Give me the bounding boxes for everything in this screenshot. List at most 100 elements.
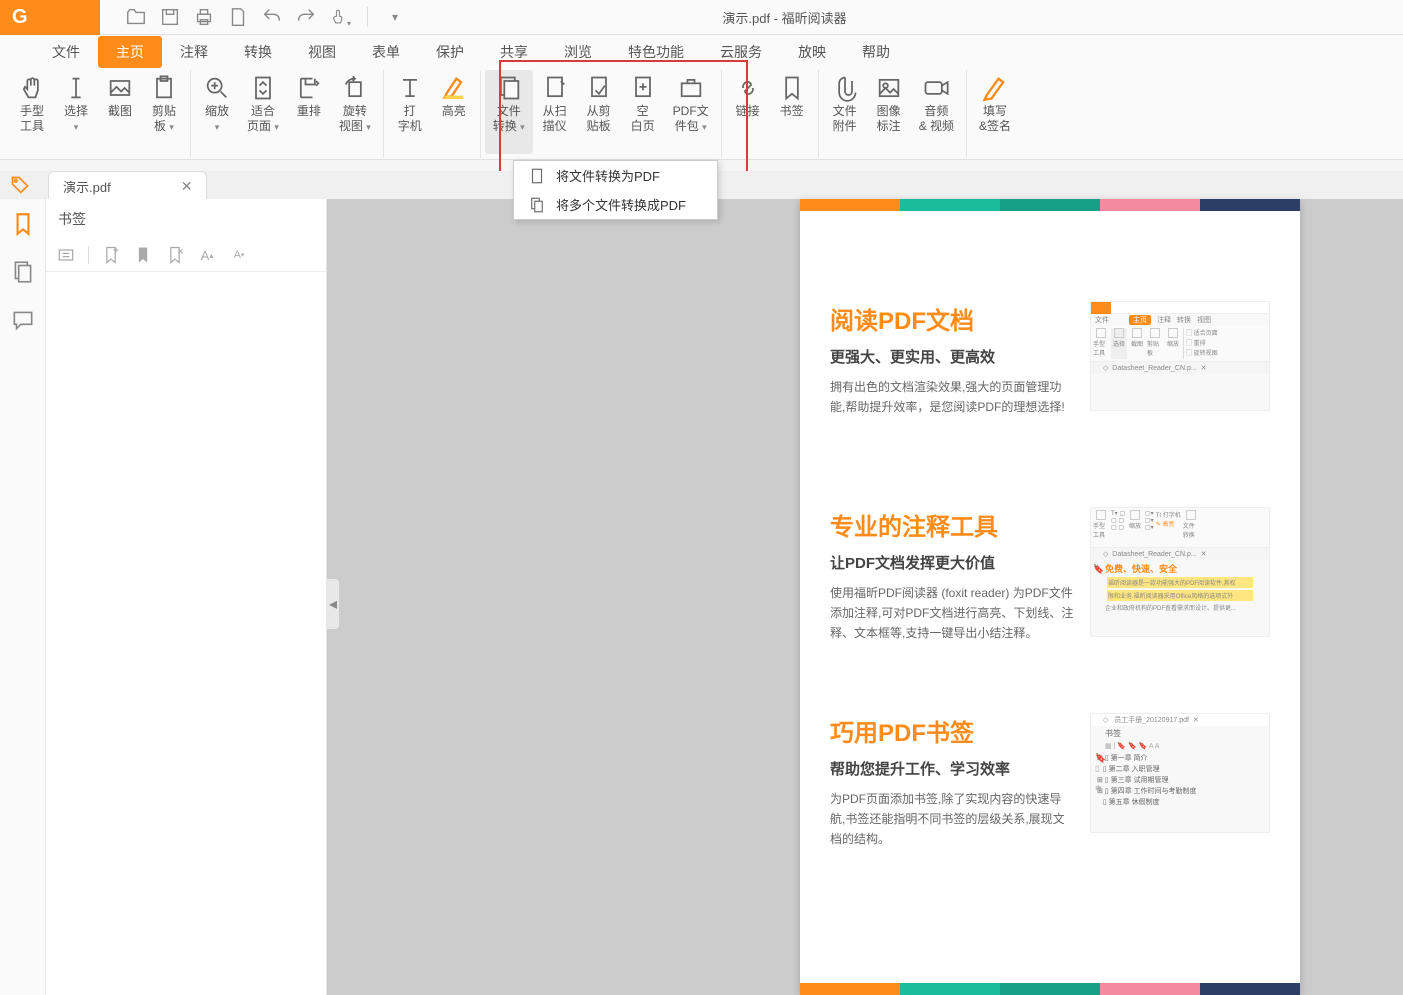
snapshot-icon	[106, 74, 134, 102]
menu-protect[interactable]: 保护	[418, 36, 482, 68]
from-scanner-button[interactable]: 从扫 描仪	[533, 70, 577, 154]
clipboard-button[interactable]: 剪贴 板 ▾	[142, 70, 186, 154]
undo-icon[interactable]	[261, 6, 283, 28]
attachment-button[interactable]: 文件 附件	[823, 70, 867, 154]
page-section-read: 阅读PDF文档 更强大、更实用、更高效 拥有出色的文档渲染效果,强大的页面管理功…	[800, 281, 1300, 427]
ribbon-group-annotate: 打 字机 高亮	[384, 70, 481, 158]
rotate-icon	[341, 74, 369, 102]
attachment-icon	[831, 74, 859, 102]
reflow-button[interactable]: 重排	[287, 70, 331, 154]
file-convert-dropdown: 将文件转换为PDF 将多个文件转换成PDF	[513, 160, 718, 220]
files-icon	[528, 196, 546, 214]
save-icon[interactable]	[159, 6, 181, 28]
zoom-button[interactable]: 缩放▾	[195, 70, 239, 154]
fit-page-icon	[249, 74, 277, 102]
section-subheading: 帮助您提升工作、学习效率	[830, 758, 1074, 779]
logo-g-icon: G	[12, 6, 28, 29]
convert-multiple-files-item[interactable]: 将多个文件转换成PDF	[514, 190, 717, 219]
touch-icon[interactable]: ▾	[329, 6, 351, 28]
portfolio-icon	[677, 74, 705, 102]
menu-comment[interactable]: 注释	[162, 36, 226, 68]
redo-icon[interactable]	[295, 6, 317, 28]
section-body: 拥有出色的文档渲染效果,强大的页面管理功能,帮助提升效率，是您阅读PDF的理想选…	[830, 377, 1074, 417]
menu-cloud[interactable]: 云服务	[702, 36, 780, 68]
tag-icon[interactable]	[10, 175, 30, 200]
document-tab[interactable]: 演示.pdf ✕	[48, 171, 207, 201]
menu-file[interactable]: 文件	[34, 36, 98, 68]
tab-close-button[interactable]: ✕	[181, 178, 193, 195]
comments-rail-icon[interactable]	[10, 307, 36, 333]
convert-file-to-pdf-item[interactable]: 将文件转换为PDF	[514, 161, 717, 190]
page-bottom-color-bar	[800, 983, 1300, 995]
section-body: 使用福昕PDF阅读器 (foxit reader) 为PDF文件添加注释,可对P…	[830, 583, 1074, 643]
hand-tool-button[interactable]: 手型 工具	[10, 70, 54, 154]
select-button[interactable]: 选择▾	[54, 70, 98, 154]
from-clipboard-button[interactable]: 从剪 贴板	[577, 70, 621, 154]
blank-page-button[interactable]: 空 白页	[621, 70, 665, 154]
bookmark-delete-icon[interactable]	[165, 245, 185, 265]
file-convert-icon	[495, 74, 523, 102]
ribbon-group-create: 文件 转换 ▾ 从扫 描仪 从剪 贴板 空 白页 PDF文 件包 ▾	[481, 70, 722, 158]
menu-help[interactable]: 帮助	[844, 36, 908, 68]
file-convert-button[interactable]: 文件 转换 ▾	[485, 70, 533, 154]
image-annotation-button[interactable]: 图像 标注	[867, 70, 911, 154]
fill-sign-icon	[981, 74, 1009, 102]
bookmarks-panel: 书签 A▴ A▾	[46, 199, 327, 995]
blank-page-icon	[629, 74, 657, 102]
print-icon[interactable]	[193, 6, 215, 28]
document-viewport[interactable]: ◂ 阅读PDF文档 更强大、更实用、更高效 拥有出色的文档渲染效果,强大的页面管…	[327, 199, 1403, 995]
fill-sign-button[interactable]: 填写 &签名	[971, 70, 1019, 154]
page-icon[interactable]	[227, 6, 249, 28]
qat-customize-icon[interactable]: ▾	[384, 6, 406, 28]
menu-special[interactable]: 特色功能	[610, 36, 702, 68]
text-size-down-icon[interactable]: A▾	[229, 245, 249, 265]
bookmark-new-icon[interactable]	[133, 245, 153, 265]
title-bar: G ▾ ▾ 演示.pdf - 福昕阅读器	[0, 0, 1403, 35]
section-subheading: 让PDF文档发挥更大价值	[830, 552, 1074, 573]
section-subheading: 更强大、更实用、更高效	[830, 346, 1074, 367]
scanner-icon	[541, 74, 569, 102]
section-body: 为PDF页面添加书签,除了实现内容的快速导航,书签还能指明不同书签的层级关系,展…	[830, 789, 1074, 849]
link-button[interactable]: 链接	[726, 70, 770, 154]
app-logo: G	[0, 0, 100, 35]
rotate-view-button[interactable]: 旋转 视图 ▾	[331, 70, 379, 154]
audio-video-button[interactable]: 音频 & 视频	[911, 70, 962, 154]
menu-bar: 文件 主页 注释 转换 视图 表单 保护 共享 浏览 特色功能 云服务 放映 帮…	[0, 35, 1403, 68]
ribbon-group-sign: 填写 &签名	[967, 70, 1023, 158]
bookmark-button[interactable]: 书签	[770, 70, 814, 154]
ribbon: 手型 工具 选择▾ 截图 剪贴 板 ▾ 缩放▾ 适合 页面 ▾ 重排 旋转 视图…	[0, 68, 1403, 160]
bookmark-expand-icon[interactable]	[56, 245, 76, 265]
ribbon-group-tools: 手型 工具 选择▾ 截图 剪贴 板 ▾	[6, 70, 191, 158]
window-title: 演示.pdf - 福昕阅读器	[406, 8, 1163, 27]
ribbon-group-view: 缩放▾ 适合 页面 ▾ 重排 旋转 视图 ▾	[191, 70, 384, 158]
menu-share[interactable]: 共享	[482, 36, 546, 68]
menu-convert[interactable]: 转换	[226, 36, 290, 68]
menu-home[interactable]: 主页	[98, 36, 162, 68]
bookmark-add-icon[interactable]	[101, 245, 121, 265]
highlight-button[interactable]: 高亮	[432, 70, 476, 154]
text-size-up-icon[interactable]: A▴	[197, 245, 217, 265]
menu-browse[interactable]: 浏览	[546, 36, 610, 68]
menu-view[interactable]: 视图	[290, 36, 354, 68]
typewriter-icon	[396, 74, 424, 102]
open-icon[interactable]	[125, 6, 147, 28]
snapshot-button[interactable]: 截图	[98, 70, 142, 154]
highlight-icon	[440, 74, 468, 102]
section-heading: 巧用PDF书签	[830, 713, 1074, 748]
typewriter-button[interactable]: 打 字机	[388, 70, 432, 154]
clipboard-icon	[150, 74, 178, 102]
file-icon	[528, 167, 546, 185]
section-thumbnail-2: 手型 工具 T▾ ▢▢ ▢▢ ▢ 缩放 ▢▾▢▾▢▾ TI 打字机✎ 高亮 文件…	[1090, 507, 1270, 637]
page-top-color-bar	[800, 199, 1300, 211]
reflow-icon	[295, 74, 323, 102]
pdf-page: 阅读PDF文档 更强大、更实用、更高效 拥有出色的文档渲染效果,强大的页面管理功…	[800, 199, 1300, 995]
panel-collapse-handle[interactable]: ◂	[327, 579, 339, 629]
pdf-portfolio-button[interactable]: PDF文 件包 ▾	[665, 70, 717, 154]
menu-form[interactable]: 表单	[354, 36, 418, 68]
fit-page-button[interactable]: 适合 页面 ▾	[239, 70, 287, 154]
from-clipboard-icon	[585, 74, 613, 102]
left-navigation-rail	[0, 199, 46, 995]
bookmarks-rail-icon[interactable]	[10, 211, 36, 237]
pages-rail-icon[interactable]	[10, 259, 36, 285]
menu-slideshow[interactable]: 放映	[780, 36, 844, 68]
